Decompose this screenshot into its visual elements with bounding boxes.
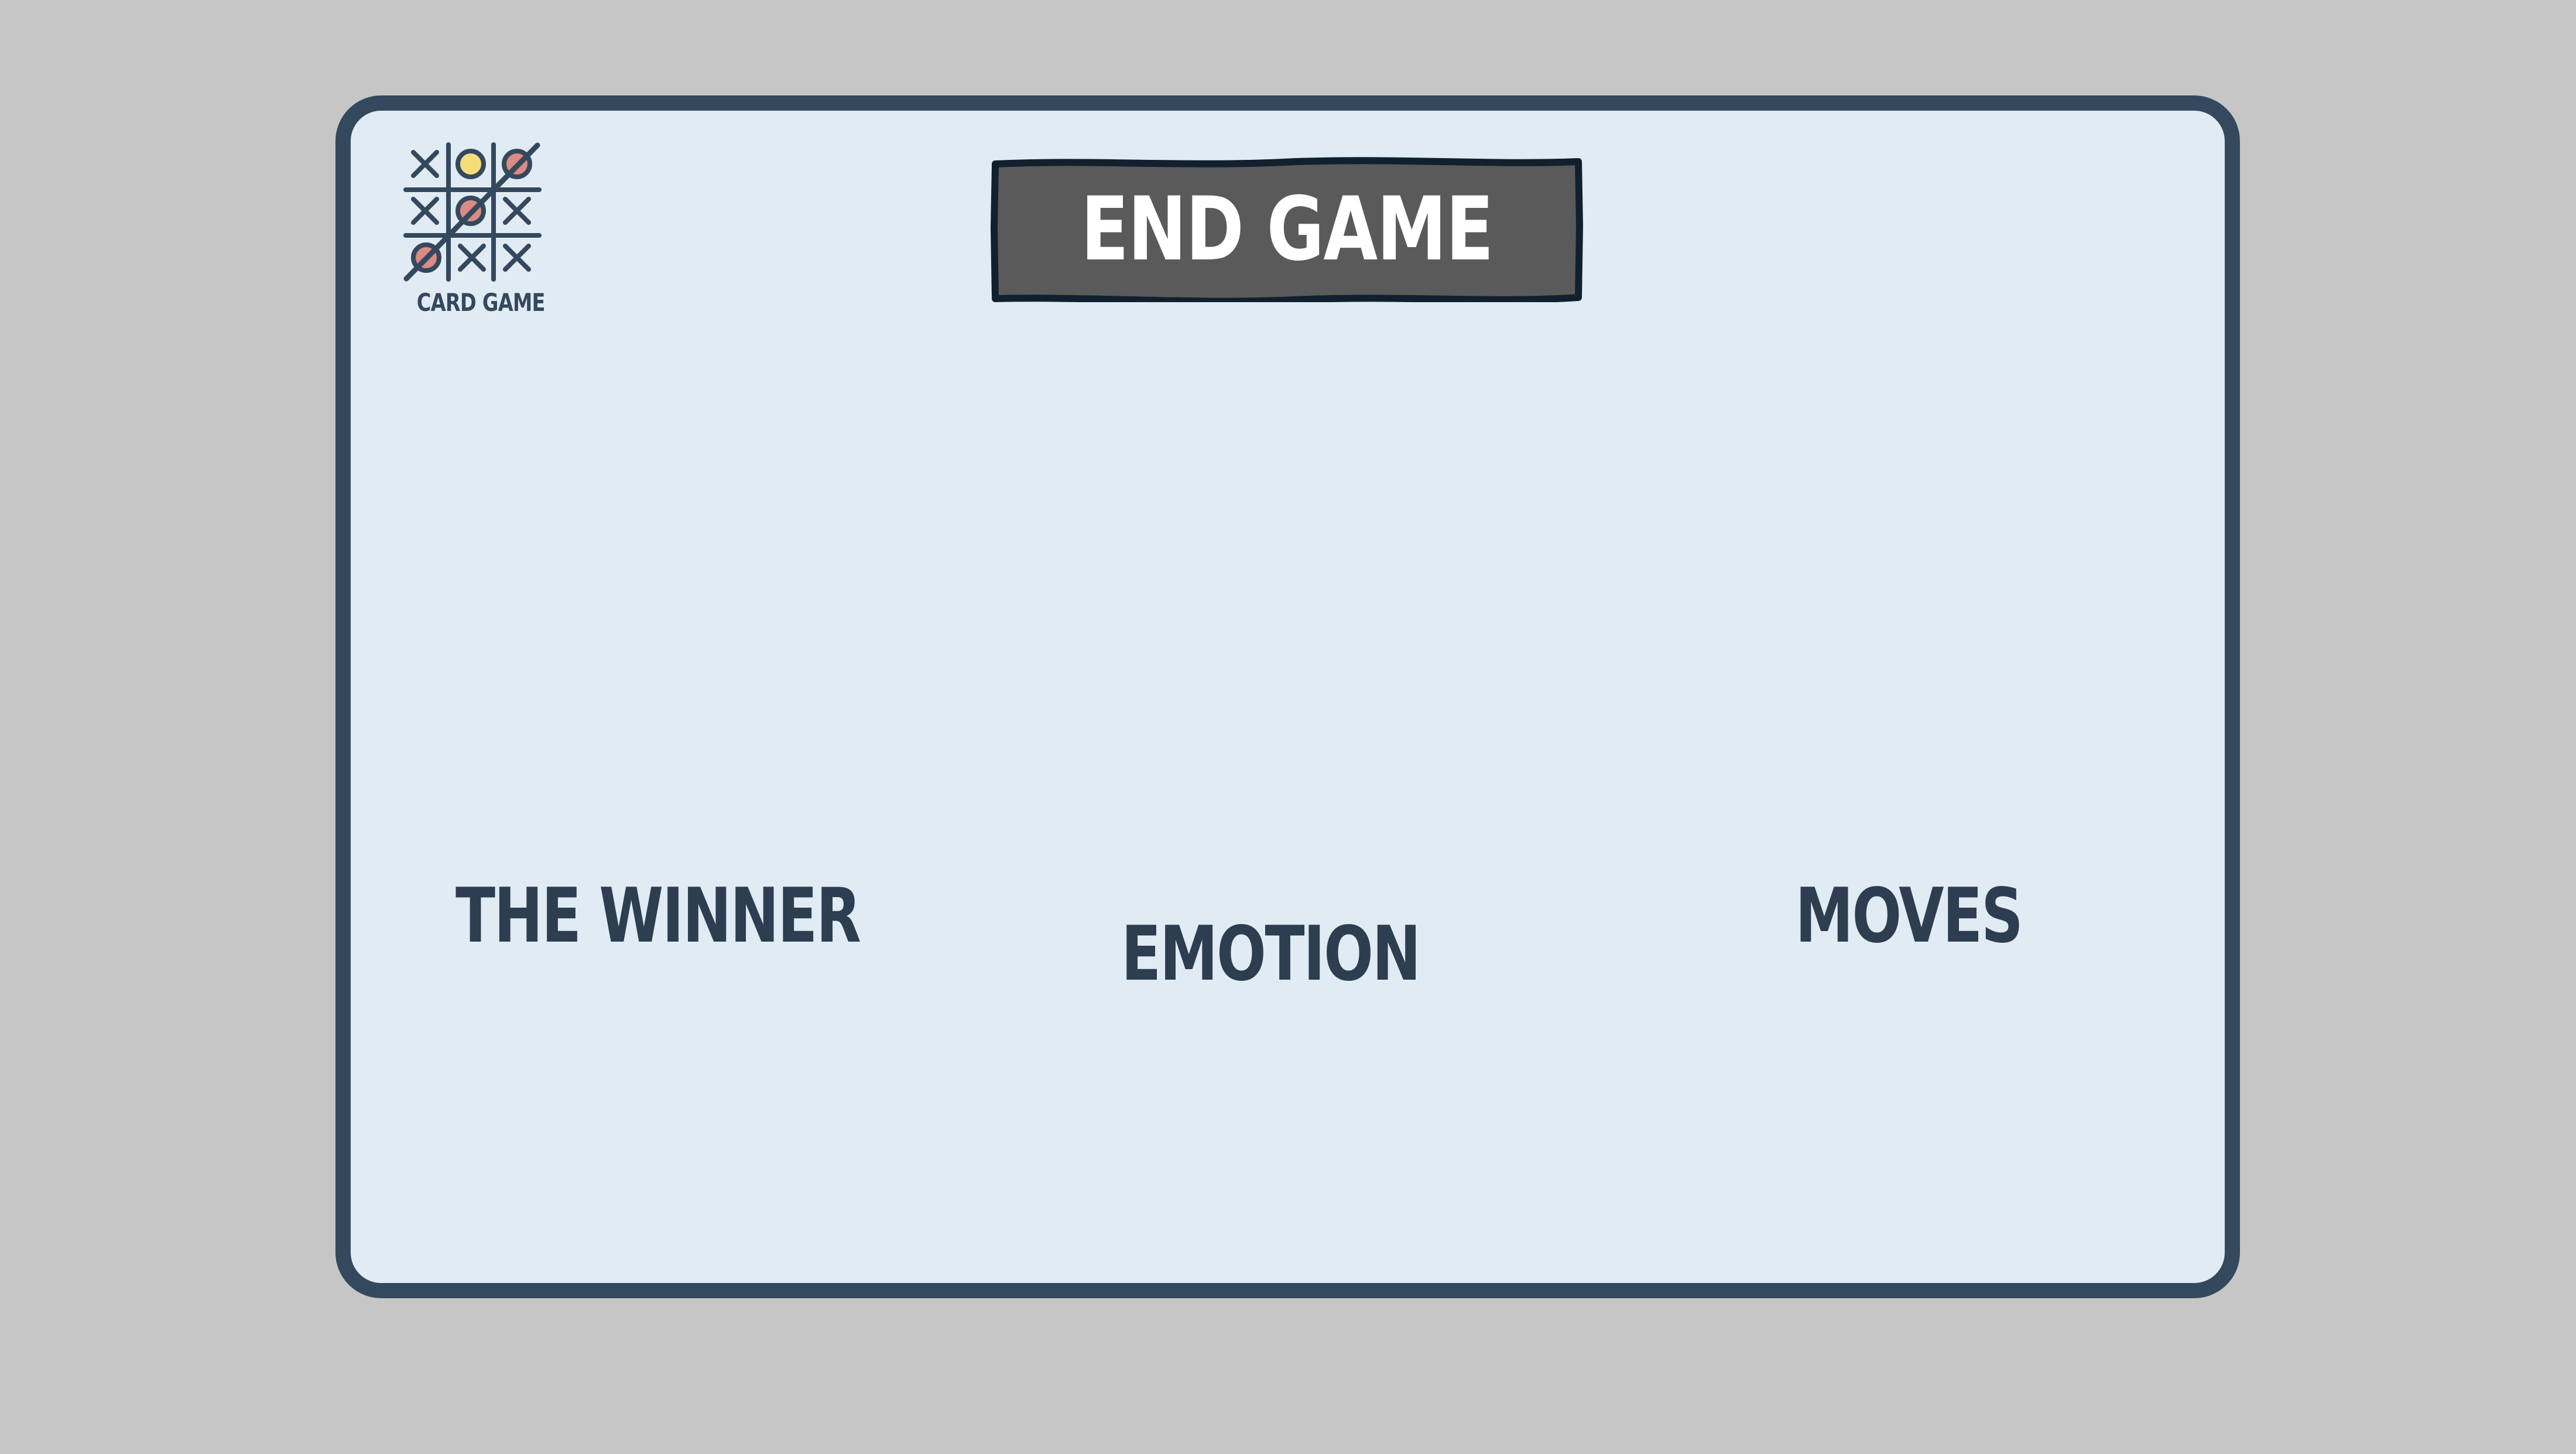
game-logo: CARD GAME	[403, 142, 546, 323]
tic-tac-toe-grid-icon	[403, 142, 542, 282]
moves-label: MOVES	[1795, 873, 2023, 960]
end-game-label: END GAME	[1081, 179, 1493, 280]
end-game-button[interactable]: END GAME	[991, 157, 1583, 302]
emotion-label: EMOTION	[1121, 911, 1421, 998]
winner-label: THE WINNER	[455, 873, 861, 960]
logo-text: CARD GAME	[416, 288, 546, 317]
